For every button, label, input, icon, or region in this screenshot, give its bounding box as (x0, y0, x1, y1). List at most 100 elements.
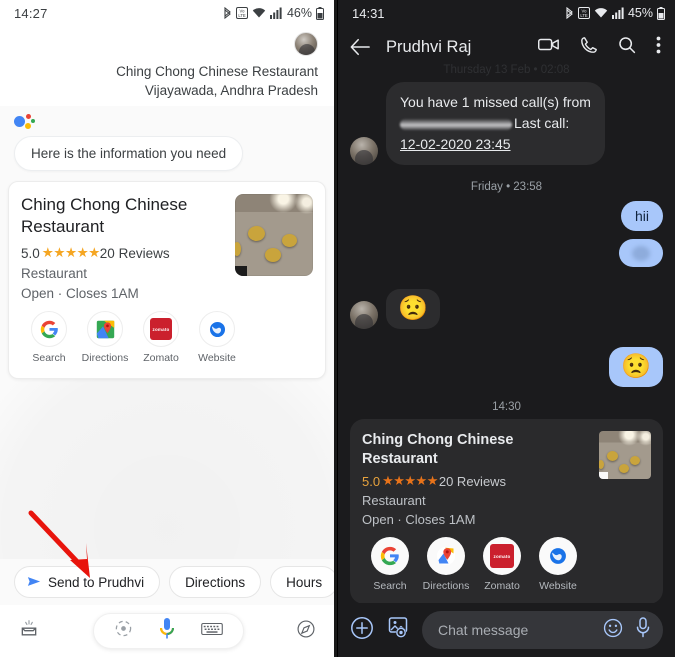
assistant-reply-block: Here is the information you need (0, 106, 334, 171)
place-action-search[interactable]: Search (21, 311, 77, 364)
message-row-outgoing (350, 239, 663, 267)
missed-call-line1: You have 1 missed call(s) from (400, 94, 591, 110)
wifi-icon (252, 7, 266, 19)
lens-icon[interactable] (114, 619, 133, 643)
message-list: You have 1 missed call(s) from Last call… (338, 68, 675, 624)
place-action-label: Search (32, 352, 66, 364)
place-action-label: Website (539, 580, 577, 592)
chip-send-to-prudhvi[interactable]: Send to Prudhvi (14, 566, 161, 598)
date-divider: Friday • 23:58 (470, 181, 543, 193)
chip-label: Directions (185, 574, 246, 590)
chip-hours[interactable]: Hours (270, 566, 334, 598)
shared-place-card[interactable]: Ching Chong Chinese Restaurant 5.0 ★★★★★… (350, 419, 663, 604)
chat-input-placeholder: Chat message (438, 622, 529, 638)
place-hours: Open · Closes 1AM (21, 286, 139, 301)
place-card-info: Ching Chong Chinese Restaurant 5.0 ★★★★★… (21, 194, 225, 301)
google-maps-icon (427, 537, 465, 575)
google-g-icon (31, 311, 67, 347)
place-action-label: Website (198, 352, 236, 364)
avatar-row (14, 26, 320, 62)
screenshot-stage: 14:27 Vo LTE 46% Ching Chong Chinese Res… (0, 0, 675, 657)
signal-icon (611, 7, 624, 19)
message-timestamp: 14:30 (492, 401, 521, 413)
place-action-website[interactable]: Website (189, 311, 245, 364)
shared-card-actions-row: Search Directions zomato Zomato Website (362, 527, 651, 596)
overflow-menu-icon[interactable] (656, 36, 661, 59)
review-count: 20 Reviews (99, 245, 170, 261)
assistant-query-area: Ching Chong Chinese Restaurant Vijayawad… (0, 26, 334, 106)
place-thumbnail (235, 194, 313, 276)
website-globe-icon (539, 537, 577, 575)
missed-call-timestamp-link[interactable]: 12-02-2020 23:45 (400, 136, 511, 152)
assistant-bottom-bar (0, 605, 334, 657)
outgoing-bubble-hii[interactable]: hii (620, 201, 663, 231)
contact-avatar[interactable] (350, 301, 378, 329)
bluetooth-icon (565, 6, 574, 20)
place-action-label: Directions (81, 352, 129, 364)
chip-label: Hours (286, 574, 323, 590)
outgoing-bubble-blurred[interactable] (619, 239, 663, 267)
google-assistant-icon (14, 114, 36, 132)
missed-call-bubble[interactable]: You have 1 missed call(s) from Last call… (386, 82, 605, 165)
gallery-camera-icon[interactable] (386, 616, 410, 644)
query-line-2: Vijayawada, Andhra Pradesh (144, 83, 318, 98)
incoming-emoji-bubble[interactable]: 😟 (386, 289, 440, 329)
mic-icon[interactable] (635, 617, 651, 643)
shared-card-top: Ching Chong Chinese Restaurant 5.0 ★★★★★… (362, 431, 651, 527)
chip-directions[interactable]: Directions (169, 566, 262, 598)
avatar[interactable] (294, 32, 318, 56)
add-plus-icon[interactable] (350, 616, 374, 645)
vowifi-icon: Vo LTE (577, 6, 590, 20)
vowifi-icon: Vo LTE (235, 6, 248, 20)
keyboard-icon[interactable] (200, 621, 223, 642)
message-row-incoming: You have 1 missed call(s) from Last call… (350, 82, 663, 165)
place-hours: Open · Closes 1AM (362, 512, 476, 527)
place-title: Ching Chong Chinese Restaurant (21, 195, 188, 236)
missed-call-line2: Last call: (514, 115, 570, 131)
rating-stars: ★★★★★ (382, 473, 438, 488)
place-action-label: Directions (422, 580, 470, 592)
message-composer: Chat message (338, 603, 675, 657)
place-action-website[interactable]: Website (530, 537, 586, 592)
place-action-search[interactable]: Search (362, 537, 418, 592)
svg-text:LTE: LTE (580, 13, 588, 18)
place-action-label: Zomato (484, 580, 520, 592)
message-row-incoming-emoji: 😟 (350, 289, 663, 329)
emoji-smiley-icon[interactable] (603, 618, 623, 643)
outgoing-emoji-bubble[interactable]: 😟 (609, 347, 663, 387)
chat-message-input[interactable]: Chat message (422, 611, 663, 649)
status-bar-right: 14:31 Vo LTE 45% (338, 0, 675, 26)
place-rating-row: 5.0 ★★★★★ 20 Reviews (21, 245, 225, 261)
zomato-icon: zomato (143, 311, 179, 347)
bluetooth-icon (223, 6, 232, 20)
phone-call-icon[interactable] (580, 36, 598, 59)
assistant-reply-bubble: Here is the information you need (14, 136, 244, 171)
place-category: Restaurant (21, 266, 88, 281)
rating-score: 5.0 (21, 245, 40, 261)
place-action-directions[interactable]: Directions (77, 311, 133, 364)
send-arrow-icon (27, 575, 41, 590)
conversation-title: Prudhvi Raj (386, 37, 472, 56)
mic-icon[interactable] (159, 617, 175, 646)
shared-card-info: Ching Chong Chinese Restaurant 5.0 ★★★★★… (362, 431, 589, 527)
website-globe-icon (199, 311, 235, 347)
explore-compass-icon[interactable] (296, 619, 316, 644)
battery-icon (657, 6, 665, 20)
chip-label: Send to Prudhvi (48, 574, 145, 590)
google-maps-icon (87, 311, 123, 347)
place-card[interactable]: Ching Chong Chinese Restaurant 5.0 ★★★★★… (8, 181, 326, 379)
place-action-directions[interactable]: Directions (418, 537, 474, 592)
inbox-updates-icon[interactable] (18, 619, 40, 644)
search-icon[interactable] (618, 36, 636, 59)
status-bar-left: 14:27 Vo LTE 46% (0, 0, 334, 26)
back-arrow-icon[interactable] (350, 38, 378, 56)
place-thumbnail (599, 431, 651, 479)
place-card-top: Ching Chong Chinese Restaurant 5.0 ★★★★★… (21, 194, 313, 301)
video-call-icon[interactable] (538, 37, 560, 57)
place-action-zomato[interactable]: zomato Zomato (133, 311, 189, 364)
place-action-zomato[interactable]: zomato Zomato (474, 537, 530, 592)
rating-stars: ★★★★★ (41, 245, 101, 260)
battery-percent: 46% (286, 6, 312, 20)
contact-avatar[interactable] (350, 137, 378, 165)
messages-phone-panel: 14:31 Vo LTE 45% Prudhvi Raj Thursday 13… (337, 0, 675, 657)
